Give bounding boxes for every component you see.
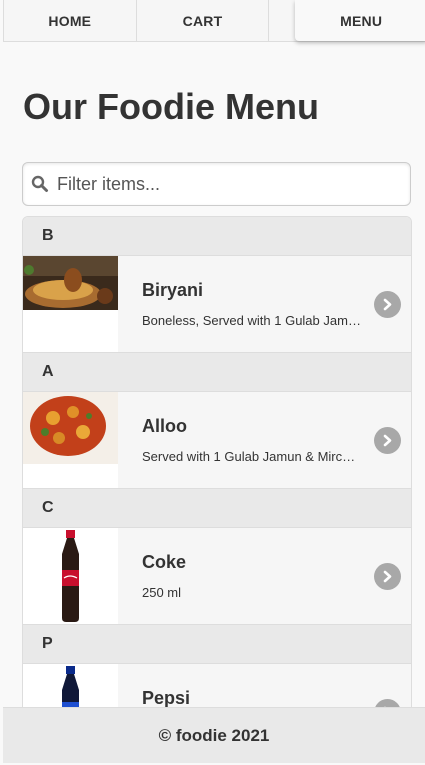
tab-cart-label: CART (182, 12, 223, 29)
coke-thumbnail (23, 528, 118, 624)
footer: © foodie 2021 (3, 707, 425, 763)
chevron-right-icon[interactable] (374, 291, 401, 318)
tab-home[interactable]: HOME (4, 0, 137, 41)
tab-home-label: HOME (48, 12, 92, 29)
top-navbar: HOME CART MENU (3, 0, 425, 42)
list-divider-p: P (23, 625, 411, 664)
search-input[interactable] (57, 164, 410, 204)
biryani-thumbnail (23, 256, 118, 352)
tab-cart[interactable]: CART (136, 0, 270, 41)
item-description: Boneless, Served with 1 Gulab Jamun & Mi… (142, 313, 362, 328)
item-name: Pepsi (142, 688, 191, 708)
list-divider-a: A (23, 353, 411, 392)
divider-letter: C (42, 499, 54, 516)
alloo-thumbnail (23, 392, 118, 488)
tab-menu[interactable]: MENU (295, 0, 425, 41)
menu-list: B Biryani Boneless, Served with 1 Gulab … (22, 216, 412, 762)
list-item-alloo[interactable]: Alloo Served with 1 Gulab Jamun & Mirchi… (23, 392, 411, 489)
footer-text: © foodie 2021 (158, 725, 270, 745)
page-title: Our Foodie Menu (23, 86, 319, 127)
search-box (22, 162, 411, 206)
item-description: Served with 1 Gulab Jamun & Mirchi ka Sa… (142, 449, 362, 464)
divider-letter: B (42, 227, 54, 244)
item-name: Coke (142, 552, 187, 572)
chevron-right-icon[interactable] (374, 427, 401, 454)
item-name: Biryani (142, 280, 204, 300)
divider-letter: P (42, 635, 53, 652)
list-item-biryani[interactable]: Biryani Boneless, Served with 1 Gulab Ja… (23, 256, 411, 353)
list-divider-b: B (23, 217, 411, 256)
list-item-coke[interactable]: Coke 250 ml (23, 528, 411, 625)
item-name: Alloo (142, 416, 187, 436)
tab-menu-label: MENU (340, 12, 383, 29)
item-description: 250 ml (142, 585, 182, 600)
list-divider-c: C (23, 489, 411, 528)
chevron-right-icon[interactable] (374, 563, 401, 590)
search-icon (23, 162, 57, 206)
divider-letter: A (42, 363, 54, 380)
